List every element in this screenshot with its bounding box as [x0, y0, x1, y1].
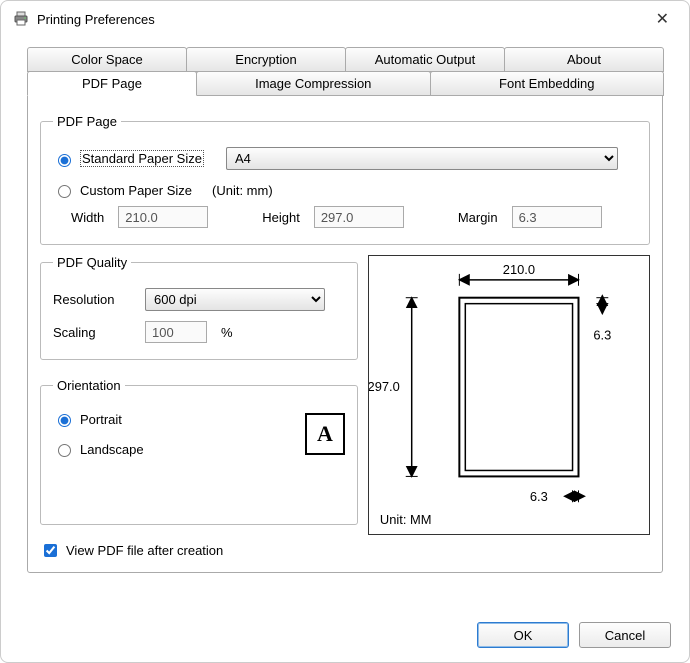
- margin-input[interactable]: [512, 206, 602, 228]
- checkbox-view-after[interactable]: [44, 544, 57, 557]
- width-label: Width: [71, 210, 104, 225]
- group-quality-legend: PDF Quality: [53, 255, 131, 270]
- resolution-label: Resolution: [53, 292, 131, 307]
- scaling-unit: %: [221, 325, 233, 340]
- dialog-window: Printing Preferences ✕ Color Space Encry…: [0, 0, 690, 663]
- page-preview: 210.0 297.0 6.3: [368, 255, 650, 535]
- height-input[interactable]: [314, 206, 404, 228]
- preview-height: 297.0: [369, 379, 400, 394]
- radio-standard-paper-label: Standard Paper Size: [80, 150, 204, 167]
- tab-pdf-page[interactable]: PDF Page: [27, 71, 197, 96]
- unit-hint: (Unit: mm): [212, 183, 273, 198]
- group-quality: PDF Quality Resolution 600 dpi Scaling %: [40, 255, 358, 360]
- group-orientation-legend: Orientation: [53, 378, 125, 393]
- close-button[interactable]: ✕: [648, 5, 677, 33]
- tab-row-top: Color Space Encryption Automatic Output …: [27, 47, 663, 72]
- radio-landscape[interactable]: [58, 444, 71, 457]
- tab-color-space[interactable]: Color Space: [27, 47, 187, 72]
- resolution-select[interactable]: 600 dpi: [145, 288, 325, 311]
- group-pdf-page: PDF Page Standard Paper Size A4 Custom P…: [40, 114, 650, 245]
- width-input[interactable]: [118, 206, 208, 228]
- tab-panel: PDF Page Standard Paper Size A4 Custom P…: [27, 95, 663, 573]
- window-title: Printing Preferences: [37, 12, 155, 27]
- checkbox-view-after-label: View PDF file after creation: [66, 543, 223, 558]
- group-pdf-page-legend: PDF Page: [53, 114, 121, 129]
- tab-row-bottom: PDF Page Image Compression Font Embeddin…: [27, 71, 663, 96]
- titlebar: Printing Preferences ✕: [1, 1, 689, 37]
- radio-standard-paper[interactable]: [58, 154, 71, 167]
- tab-font-embedding[interactable]: Font Embedding: [430, 71, 665, 96]
- preview-margin-v: 6.3: [593, 327, 611, 342]
- height-label: Height: [262, 210, 300, 225]
- radio-portrait-label: Portrait: [80, 412, 122, 427]
- radio-landscape-label: Landscape: [80, 442, 144, 457]
- tab-encryption[interactable]: Encryption: [186, 47, 346, 72]
- radio-custom-paper-label: Custom Paper Size: [80, 183, 192, 198]
- preview-margin-h: 6.3: [530, 489, 548, 504]
- radio-custom-paper[interactable]: [58, 185, 71, 198]
- tab-about[interactable]: About: [504, 47, 664, 72]
- group-orientation: Orientation Portrait Landscape: [40, 378, 358, 525]
- tab-image-compression[interactable]: Image Compression: [196, 71, 431, 96]
- preview-width: 210.0: [503, 262, 535, 277]
- paper-size-select[interactable]: A4: [226, 147, 618, 170]
- scaling-label: Scaling: [53, 325, 131, 340]
- preview-unit-label: Unit: MM: [380, 512, 432, 527]
- dialog-buttons: OK Cancel: [477, 622, 671, 648]
- printer-icon: [13, 11, 29, 27]
- radio-portrait[interactable]: [58, 414, 71, 427]
- margin-label: Margin: [458, 210, 498, 225]
- ok-button[interactable]: OK: [477, 622, 569, 648]
- orientation-preview-icon: A: [305, 413, 345, 455]
- tab-automatic-output[interactable]: Automatic Output: [345, 47, 505, 72]
- cancel-button[interactable]: Cancel: [579, 622, 671, 648]
- scaling-input[interactable]: [145, 321, 207, 343]
